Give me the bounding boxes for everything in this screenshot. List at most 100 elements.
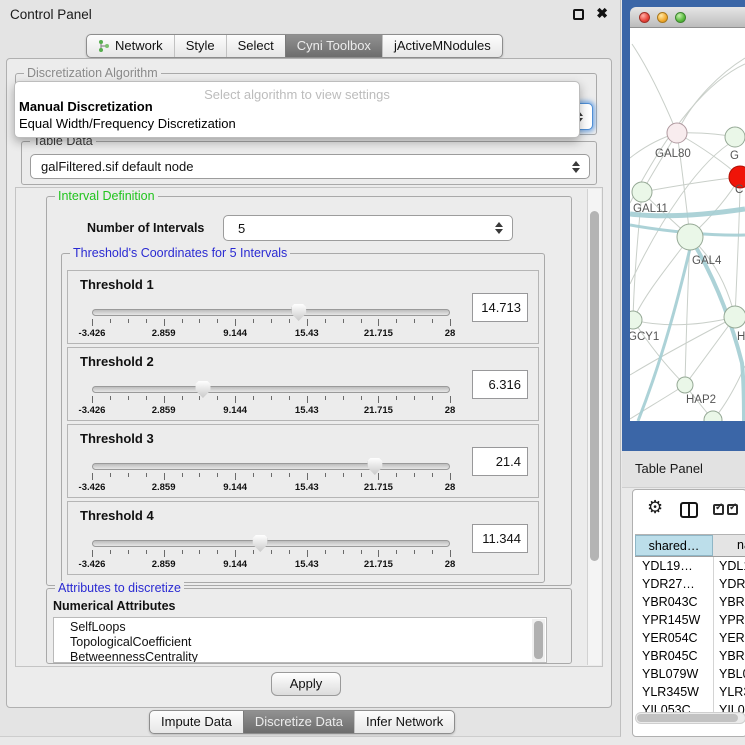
table-row[interactable]: YLR345W YLR3 <box>635 684 745 702</box>
table-cell-name[interactable]: YDL1 <box>719 559 745 573</box>
slider-track[interactable] <box>92 463 450 470</box>
slider-tick <box>128 473 129 477</box>
slider-tick-label: -3.426 <box>79 559 106 570</box>
node-label: GCY1 <box>630 331 659 343</box>
tab-jactivemnodules[interactable]: jActiveMNodules <box>382 35 502 57</box>
table-cell-shared-name[interactable]: YDR27… <box>642 577 695 591</box>
scrollbar-thumb[interactable] <box>637 714 738 722</box>
close-light-icon[interactable] <box>639 12 650 23</box>
slider-track[interactable] <box>92 386 450 393</box>
slider-tick <box>146 473 147 477</box>
table-data-select[interactable]: galFiltered.sif default node <box>30 154 590 179</box>
slider-tick <box>325 319 326 323</box>
slider-tick <box>271 473 272 477</box>
list-item[interactable]: SelfLoops <box>54 618 546 635</box>
network-node-h[interactable] <box>724 306 745 328</box>
table-cell-shared-name[interactable]: YBL079W <box>642 667 698 681</box>
slider-tick <box>164 550 165 557</box>
network-canvas[interactable]: GAL80GCGAL11GAL4GCY1HHAP2 <box>630 28 745 421</box>
table-row[interactable]: YER054C YER0 <box>635 630 745 648</box>
network-node-gal11[interactable] <box>632 182 652 202</box>
apply-button[interactable]: Apply <box>271 672 341 696</box>
slider-tick <box>343 550 344 554</box>
table-row[interactable]: YPR145W YPR1 <box>635 612 745 630</box>
tab-discretize-data[interactable]: Discretize Data <box>243 711 354 733</box>
table-cell-name[interactable]: YBR0 <box>719 649 745 663</box>
tab-select[interactable]: Select <box>226 35 285 57</box>
minimize-light-icon[interactable] <box>657 12 668 23</box>
table-cell-shared-name[interactable]: YBR045C <box>642 649 698 663</box>
slider-tick <box>450 396 451 403</box>
slider-tick-label: 21.715 <box>364 559 393 570</box>
number-of-intervals-select[interactable]: 5 <box>223 215 513 241</box>
number-of-intervals-value: 5 <box>238 221 245 236</box>
gear-icon[interactable]: ⚙ <box>647 498 663 518</box>
table-row[interactable]: YBR043C YBR0 <box>635 594 745 612</box>
network-node-gcy1[interactable] <box>630 311 642 329</box>
tab-impute-data[interactable]: Impute Data <box>150 711 243 733</box>
zoom-light-icon[interactable] <box>675 12 686 23</box>
table-cell-shared-name[interactable]: YPR145W <box>642 613 700 627</box>
table-row[interactable]: YDL19… YDL1 <box>635 558 745 576</box>
checkbox-icon[interactable] <box>713 504 724 515</box>
column-header-shared-name[interactable]: shared… <box>635 535 713 556</box>
checkbox-icon[interactable] <box>727 504 738 515</box>
network-node-hap2[interactable] <box>677 377 693 393</box>
table-cell-shared-name[interactable]: YDL19… <box>642 559 693 573</box>
slider-tick-label: 21.715 <box>364 482 393 493</box>
table-cell-name[interactable]: YDR2 <box>719 577 745 591</box>
table-cell-name[interactable]: YBR0 <box>719 595 745 609</box>
table-cell-name[interactable]: YPR1 <box>719 613 745 627</box>
table-cell-shared-name[interactable]: YLR345W <box>642 685 699 699</box>
network-edge <box>630 317 735 375</box>
table-cell-name[interactable]: YER0 <box>719 631 745 645</box>
threshold-value-field[interactable]: 21.4 <box>472 447 528 476</box>
threshold-value-field[interactable]: 6.316 <box>472 370 528 399</box>
table-horizontal-scrollbar[interactable] <box>635 712 745 724</box>
threshold-value-field[interactable]: 11.344 <box>472 524 528 553</box>
slider-tick <box>414 396 415 400</box>
threshold-label: Threshold 2 <box>80 354 154 369</box>
table-cell-shared-name[interactable]: YER054C <box>642 631 698 645</box>
tab-infer-network[interactable]: Infer Network <box>354 711 454 733</box>
list-item[interactable]: TopologicalCoefficient <box>54 635 546 650</box>
tab-label: Impute Data <box>161 714 232 729</box>
slider-thumb[interactable] <box>367 458 382 475</box>
network-node-g[interactable] <box>725 127 745 147</box>
table-row[interactable]: YBL079W YBL0 <box>635 666 745 684</box>
slider-tick <box>396 473 397 477</box>
table-cell-name[interactable]: YBL0 <box>719 667 745 681</box>
slider-track[interactable] <box>92 540 450 547</box>
slider-tick-label: -3.426 <box>79 482 106 493</box>
slider-thumb[interactable] <box>195 381 210 398</box>
scrollbar-thumb[interactable] <box>534 621 543 659</box>
dropdown-option[interactable]: Equal Width/Frequency Discretization <box>15 115 579 132</box>
table-row[interactable]: YBR045C YBR0 <box>635 648 745 666</box>
panel-vertical-scrollbar[interactable] <box>587 189 601 665</box>
tab-style[interactable]: Style <box>174 35 226 57</box>
table-row[interactable]: YDR27… YDR2 <box>635 576 745 594</box>
slider-tick-label: 2.859 <box>152 328 176 339</box>
slider-tick <box>182 319 183 323</box>
column-separator <box>713 557 714 724</box>
slider-tick-label: 9.144 <box>223 405 247 416</box>
threshold-value-field[interactable]: 14.713 <box>472 293 528 322</box>
tab-cyni-toolbox[interactable]: Cyni Toolbox <box>285 35 382 57</box>
network-node-gal80[interactable] <box>667 123 687 143</box>
network-node-gal4[interactable] <box>677 224 703 250</box>
column-header-name[interactable]: na <box>713 535 745 556</box>
table-cell-shared-name[interactable]: YBR043C <box>642 595 698 609</box>
scrollbar-thumb[interactable] <box>590 211 599 561</box>
slider-track[interactable] <box>92 309 450 316</box>
close-icon[interactable]: ✖ <box>596 5 608 22</box>
split-view-icon[interactable] <box>680 502 698 518</box>
slider-tick <box>450 550 451 557</box>
table-cell-name[interactable]: YLR3 <box>719 685 745 699</box>
list-item[interactable]: BetweennessCentrality <box>54 650 546 663</box>
slider-thumb[interactable] <box>291 304 306 321</box>
float-window-icon[interactable] <box>573 9 584 20</box>
slider-thumb[interactable] <box>253 535 268 552</box>
attribute-list-scrollbar[interactable] <box>532 619 545 663</box>
settings-scroll-viewport: Interval Definition Number of Intervals … <box>15 187 603 667</box>
tab-network[interactable]: Network <box>87 35 174 57</box>
